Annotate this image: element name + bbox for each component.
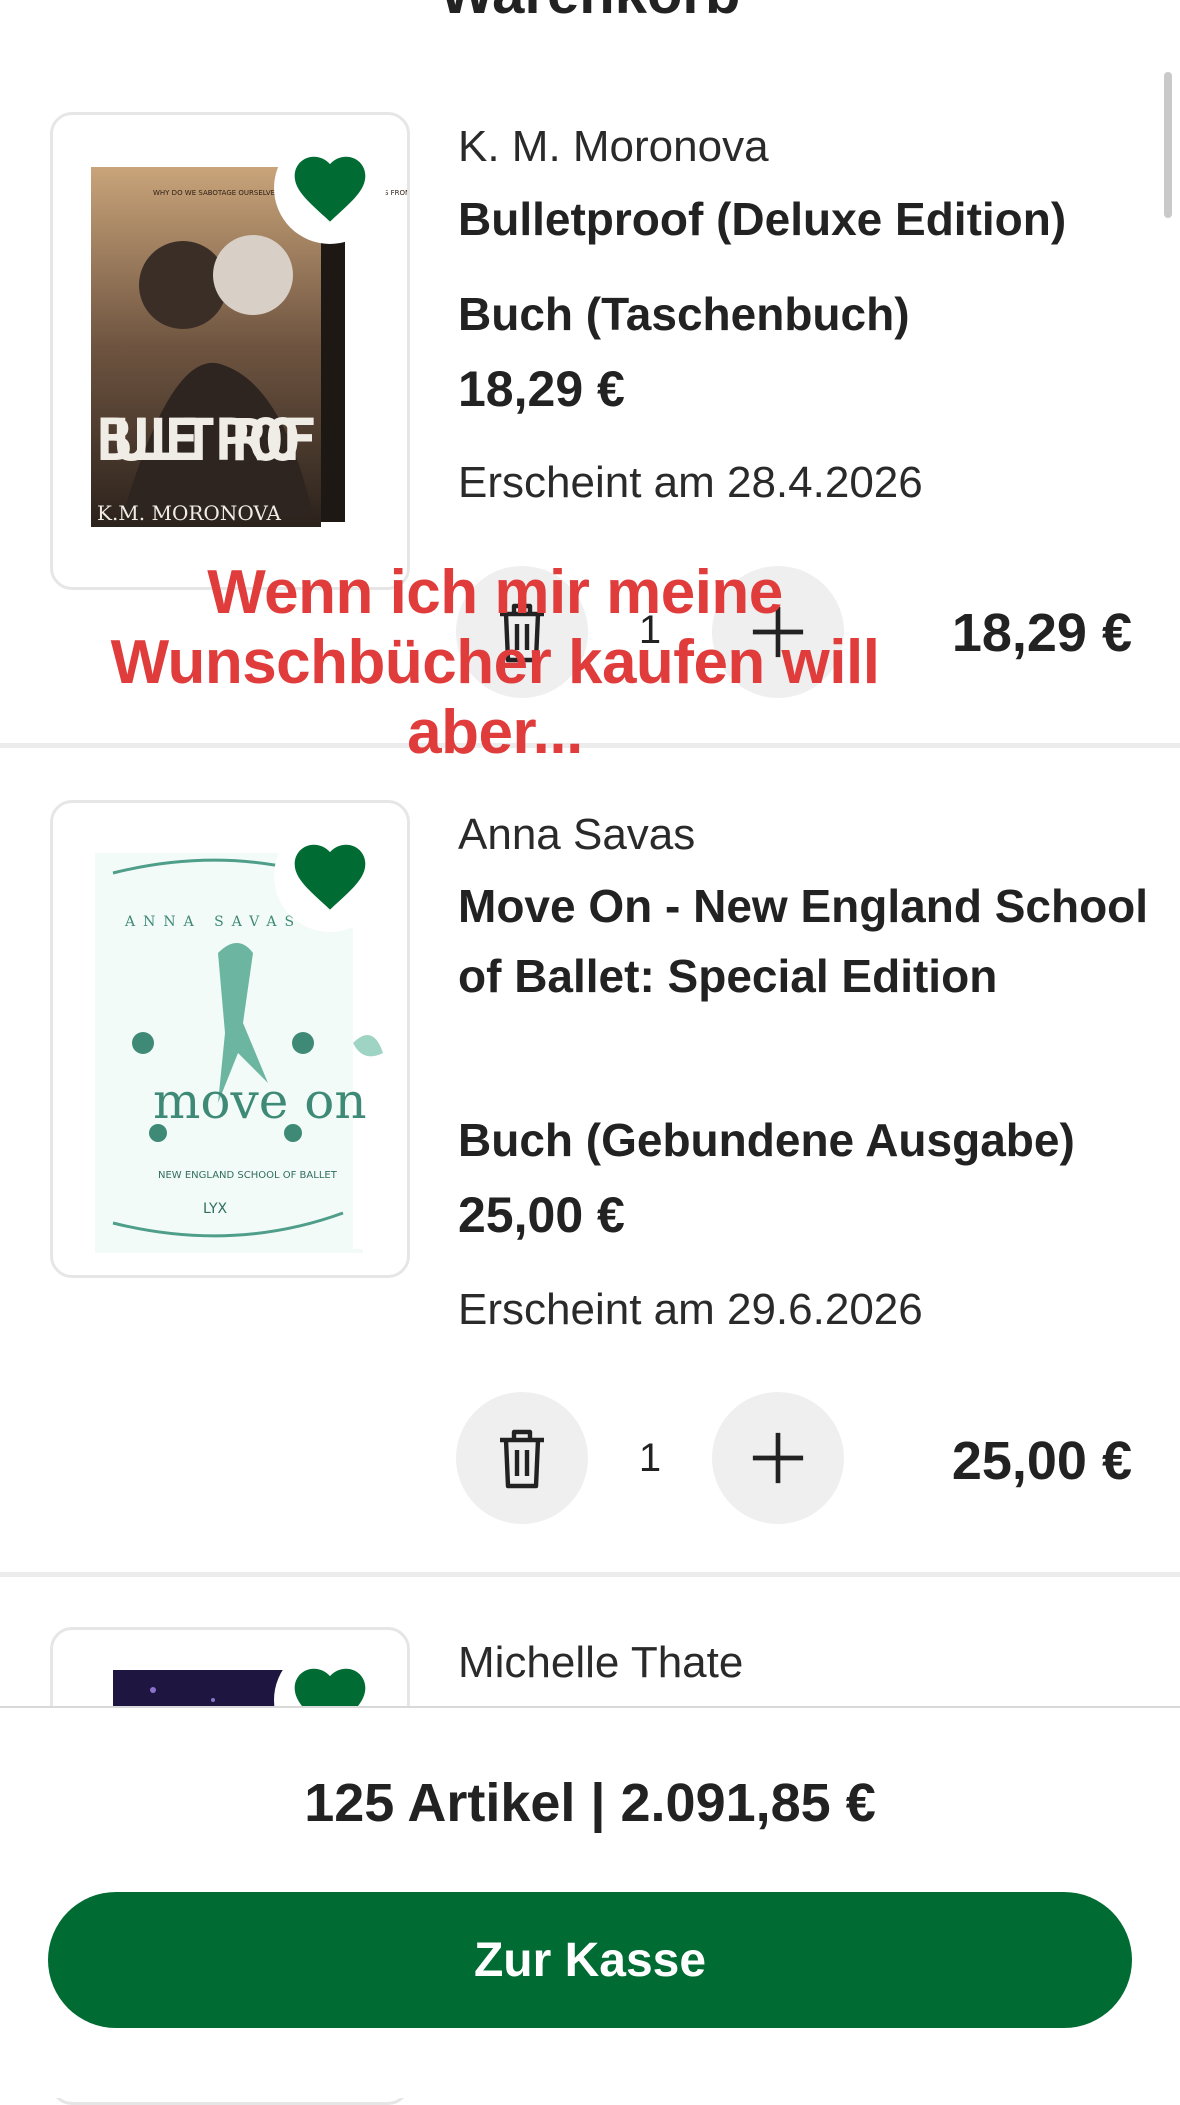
wishlist-button[interactable] <box>274 820 386 932</box>
wishlist-button[interactable] <box>274 132 386 244</box>
quantity-value: 1 <box>638 1436 662 1480</box>
checkout-footer: 125 Artikel | 2.091,85 € Zur Kasse <box>0 1706 1180 2098</box>
cover-subtitle: NEW ENGLAND SCHOOL OF BALLET <box>158 1170 338 1181</box>
book-format: Buch (Taschenbuch) <box>458 288 910 340</box>
overlay-caption: Wenn ich mir meine Wunschbücher kaufen w… <box>110 558 880 767</box>
release-date: Erscheint am 29.6.2026 <box>458 1285 923 1334</box>
book-title[interactable]: Bulletproof (Deluxe Edition) <box>458 184 1158 254</box>
book-author: Michelle Thate <box>458 1638 744 1687</box>
cover-publisher: LYX <box>203 1201 227 1217</box>
item-divider <box>0 1572 1180 1577</box>
heart-icon <box>294 156 366 222</box>
scrollbar[interactable] <box>1164 72 1172 218</box>
trash-icon <box>500 1429 544 1489</box>
cover-title: move on <box>153 1072 367 1130</box>
page-title: Warenkorb <box>0 0 1180 27</box>
checkout-button[interactable]: Zur Kasse <box>48 1892 1132 2028</box>
delete-button[interactable] <box>456 1392 588 1524</box>
book-author: Anna Savas <box>458 810 696 859</box>
heart-icon <box>294 844 366 910</box>
cart-summary: 125 Artikel | 2.091,85 € <box>304 1773 876 1833</box>
cover-author: K.M. MORONOVA <box>97 501 281 525</box>
book-title[interactable]: Move On - New England School of Ballet: … <box>458 871 1158 1011</box>
cover-title: BULLET PROOF <box>97 406 317 474</box>
line-total: 25,00 € <box>951 1431 1132 1491</box>
cover-author: ANNA SAVAS <box>124 914 302 930</box>
book-price: 25,00 € <box>458 1187 625 1243</box>
book-format: Buch (Gebundene Ausgabe) <box>458 1114 1075 1166</box>
line-total: 18,29 € <box>951 603 1132 663</box>
plus-icon <box>752 1432 804 1484</box>
release-date: Erscheint am 28.4.2026 <box>458 458 923 507</box>
book-author: K. M. Moronova <box>458 122 769 171</box>
book-price: 18,29 € <box>458 361 625 417</box>
increase-quantity-button[interactable] <box>712 1392 844 1524</box>
